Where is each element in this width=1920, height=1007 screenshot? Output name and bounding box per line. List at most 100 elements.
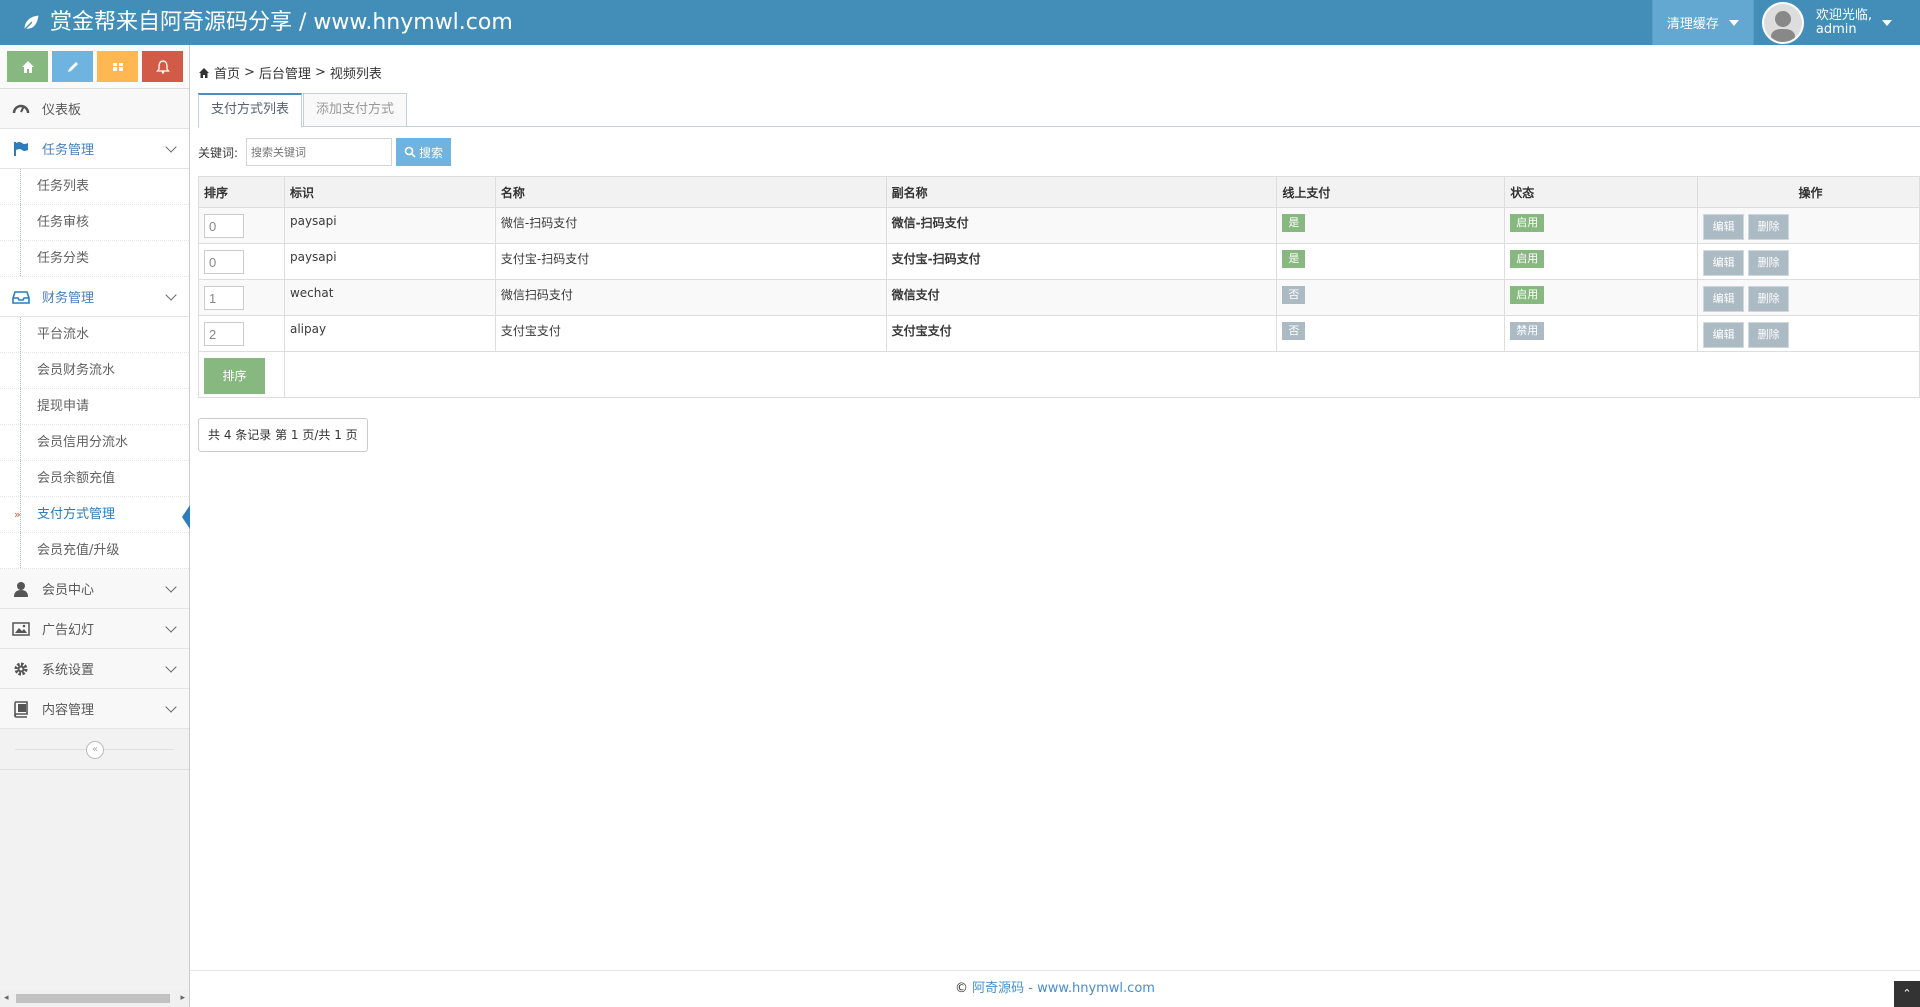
sidebar-subitem-payment-methods[interactable]: » 支付方式管理 (0, 497, 190, 533)
caret-down-icon (1728, 19, 1739, 26)
shortcut-home-button[interactable] (7, 51, 48, 82)
sidebar-item-content[interactable]: 内容管理 (0, 689, 189, 729)
sidebar-subitem-member-finance-flow[interactable]: 会员财务流水 (0, 353, 189, 389)
online-badge: 否 (1282, 286, 1306, 304)
search-input[interactable] (246, 138, 393, 166)
finance-submenu: 平台流水 会员财务流水 提现申请 会员信用分流水 会员余额充值 » 支付方式管理… (0, 317, 190, 569)
sidebar-item-member-center[interactable]: 会员中心 (0, 569, 189, 609)
sidebar-label: 内容管理 (42, 703, 95, 718)
cell-code: paysapi (283, 243, 496, 280)
search-icon (404, 146, 416, 158)
sort-order-input[interactable] (204, 250, 244, 274)
sidebar-subitem-task-list[interactable]: 任务列表 (0, 169, 189, 205)
sidebar-item-task-mgmt[interactable]: 任务管理 (0, 129, 189, 169)
top-navbar: 赏金帮来自阿奇源码分享 / www.hnymwl.com 清理缓存 欢迎光临, … (0, 0, 1920, 45)
cell-subname: 微信-扫码支付 (885, 207, 1278, 244)
delete-button[interactable]: 删除 (1748, 286, 1790, 312)
edit-button[interactable]: 编辑 (1703, 250, 1745, 276)
search-button[interactable]: 搜索 (396, 138, 452, 166)
cell-code: wechat (283, 279, 496, 316)
scroll-left-arrow-icon[interactable]: ◂ (4, 993, 9, 1003)
shortcut-edit-button[interactable] (52, 51, 93, 82)
chevron-down-icon (165, 621, 177, 633)
sidebar-label: 会员中心 (42, 583, 95, 598)
cell-name: 微信-扫码支付 (494, 207, 887, 244)
status-badge[interactable]: 禁用 (1510, 322, 1545, 340)
sidebar-subitem-task-review[interactable]: 任务审核 (0, 205, 189, 241)
col-header-status: 状态 (1504, 176, 1699, 208)
breadcrumb-backend[interactable]: 后台管理 (259, 63, 311, 82)
col-header-code: 标识 (283, 176, 496, 208)
cell-name: 微信扫码支付 (494, 279, 887, 316)
edit-button[interactable]: 编辑 (1703, 214, 1745, 240)
cell-subname: 微信支付 (885, 279, 1278, 316)
back-to-top-button[interactable]: ⌃ (1894, 981, 1920, 1007)
online-badge: 是 (1282, 250, 1306, 268)
caret-down-icon (1882, 19, 1892, 26)
sort-submit-button[interactable]: 排序 (204, 358, 265, 394)
sort-order-input[interactable] (204, 322, 244, 346)
sidebar-item-ads[interactable]: 广告幻灯 (0, 609, 189, 649)
col-header-name: 名称 (494, 176, 887, 208)
cell-subname: 支付宝-扫码支付 (885, 243, 1278, 280)
sidebar-subitem-member-upgrade[interactable]: 会员充值/升级 (0, 533, 189, 569)
delete-button[interactable]: 删除 (1748, 250, 1790, 276)
status-badge[interactable]: 启用 (1510, 214, 1545, 232)
payment-methods-table: 排序 标识 名称 副名称 线上支付 状态 操作 paysapi 微信-扫码支付 … (198, 176, 1920, 398)
sidebar-item-finance-mgmt[interactable]: 财务管理 (0, 277, 189, 317)
dashboard-icon (12, 100, 30, 118)
breadcrumb-separator: > (244, 65, 255, 80)
online-badge: 否 (1282, 322, 1306, 340)
sidebar-subitem-platform-flow[interactable]: 平台流水 (0, 317, 189, 353)
book-icon (12, 700, 30, 718)
delete-button[interactable]: 删除 (1748, 214, 1790, 240)
cell-code: paysapi (283, 207, 496, 244)
tab-add-payment[interactable]: 添加支付方式 (303, 93, 408, 127)
search-button-label: 搜索 (419, 145, 444, 160)
breadcrumb-home[interactable]: 首页 (214, 63, 240, 82)
sidebar-subitem-credit-flow[interactable]: 会员信用分流水 (0, 425, 189, 461)
user-menu[interactable]: 欢迎光临, admin (1752, 0, 1920, 45)
sort-order-input[interactable] (204, 214, 244, 238)
sidebar-label: 仪表板 (42, 103, 82, 118)
picture-icon (12, 620, 30, 638)
shortcut-bell-button[interactable] (142, 51, 183, 82)
table-header-row: 排序 标识 名称 副名称 线上支付 状态 操作 (198, 176, 1920, 208)
tab-payment-list[interactable]: 支付方式列表 (198, 93, 303, 128)
leaf-icon (22, 13, 41, 31)
sidebar-label: 任务管理 (42, 143, 95, 158)
sidebar-item-system[interactable]: 系统设置 (0, 649, 189, 689)
gear-icon (12, 660, 30, 678)
sort-order-input[interactable] (204, 286, 244, 310)
task-submenu: 任务列表 任务审核 任务分类 (0, 169, 189, 277)
delete-button[interactable]: 删除 (1748, 322, 1790, 348)
breadcrumb-separator: > (314, 65, 326, 80)
col-header-online: 线上支付 (1276, 176, 1506, 208)
chevron-down-icon (165, 141, 177, 153)
edit-button[interactable]: 编辑 (1703, 286, 1745, 312)
sidebar-item-dashboard[interactable]: 仪表板 (0, 89, 189, 129)
status-badge[interactable]: 启用 (1510, 250, 1545, 268)
breadcrumb: 首页 > 后台管理 > 视频列表 (198, 63, 382, 82)
sidebar: 仪表板 任务管理 任务列表 任务审核 任务分类 财务管理 平台流水 会员财务流水… (0, 45, 190, 1007)
brand-title: 赏金帮来自阿奇源码分享 / www.hnymwl.com (50, 10, 513, 35)
scrollbar-thumb[interactable] (16, 994, 170, 1003)
sidebar-subitem-withdraw[interactable]: 提现申请 (0, 389, 189, 425)
double-chevron-right-icon: » (14, 508, 21, 521)
edit-button[interactable]: 编辑 (1703, 322, 1745, 348)
users-icon (112, 62, 123, 71)
sidebar-collapse-button[interactable]: « (86, 741, 104, 759)
scroll-right-arrow-icon[interactable]: ▸ (180, 993, 185, 1003)
brand[interactable]: 赏金帮来自阿奇源码分享 / www.hnymwl.com (20, 0, 513, 45)
chevron-down-icon (165, 661, 177, 673)
status-badge[interactable]: 启用 (1510, 286, 1545, 304)
sidebar-horizontal-scrollbar[interactable]: ◂ ▸ (0, 990, 189, 1007)
sidebar-subitem-balance-recharge[interactable]: 会员余额充值 (0, 461, 189, 497)
clear-cache-button[interactable]: 清理缓存 (1651, 0, 1753, 45)
shortcut-users-button[interactable] (97, 51, 138, 82)
footer-link[interactable]: 阿奇源码 - www.hnymwl.com (972, 981, 1155, 996)
avatar (1761, 1, 1804, 44)
clear-cache-label: 清理缓存 (1666, 17, 1719, 32)
online-badge: 是 (1282, 214, 1306, 232)
sidebar-subitem-task-category[interactable]: 任务分类 (0, 241, 189, 277)
